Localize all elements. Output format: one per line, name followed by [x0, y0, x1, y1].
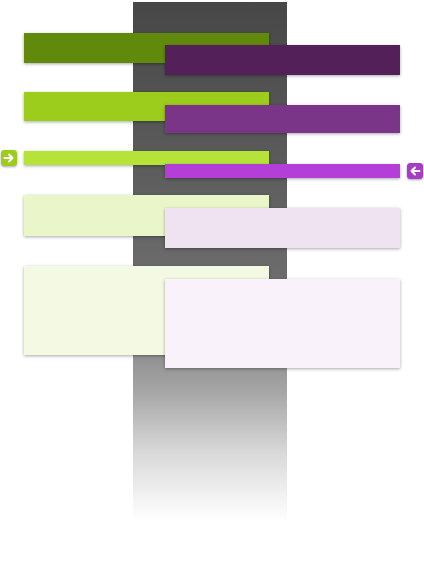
arrow-left-icon: [410, 166, 421, 176]
arrow-left-button[interactable]: [407, 163, 423, 179]
purple-panel-faint: [165, 279, 400, 368]
purple-panel-pale: [165, 208, 400, 248]
purple-bar-mid: [165, 105, 400, 133]
purple-bar-bright: [165, 164, 400, 178]
arrow-right-icon: [3, 153, 14, 163]
center-spine: [133, 2, 287, 522]
arrow-right-button[interactable]: [1, 150, 17, 166]
purple-bar-dark: [165, 45, 400, 75]
green-bar-bright: [24, 151, 269, 165]
